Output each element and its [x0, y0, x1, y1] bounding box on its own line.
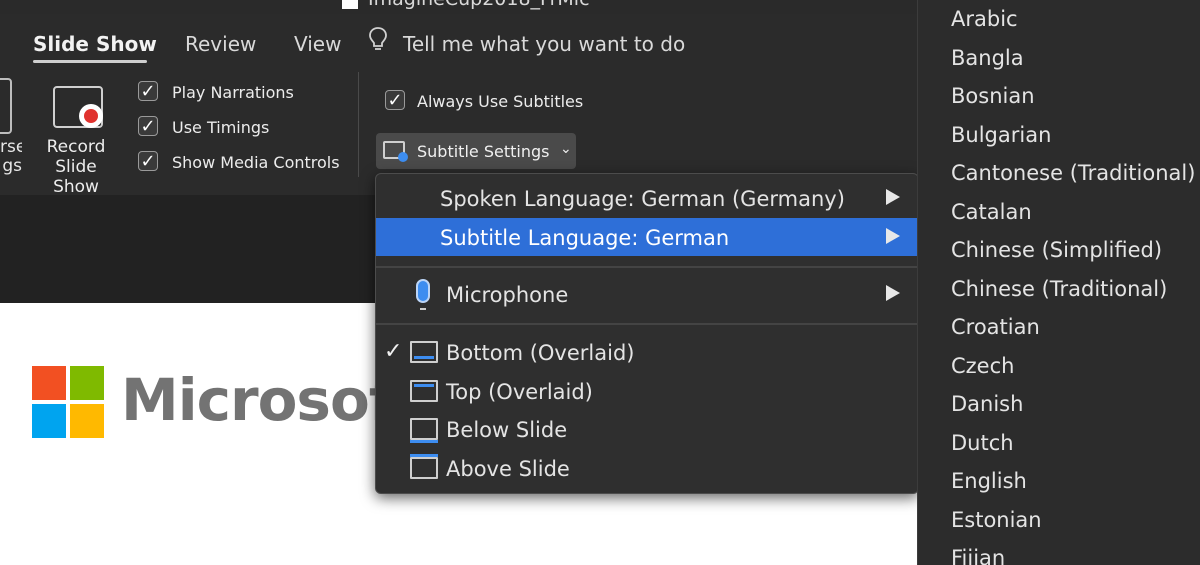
language-item[interactable]: Bosnian — [951, 84, 1035, 108]
microphone-icon — [416, 279, 430, 303]
language-item[interactable]: Chinese (Simplified) — [951, 238, 1162, 262]
submenu-arrow-icon — [886, 285, 900, 301]
position-below-icon — [410, 418, 438, 443]
show-media-controls-label: Show Media Controls — [172, 153, 340, 172]
language-item[interactable]: English — [951, 469, 1027, 493]
chevron-down-icon: ⌄ — [560, 141, 572, 157]
menu-item-subtitle-language[interactable]: Subtitle Language: German — [376, 218, 918, 256]
tell-me-search[interactable]: Tell me what you want to do — [403, 32, 685, 56]
language-item[interactable]: Chinese (Traditional) — [951, 277, 1167, 301]
rehearse-timings-button[interactable]: rse gs — [0, 138, 22, 176]
above-slide-label: Above Slide — [446, 457, 570, 481]
always-use-subtitles-label: Always Use Subtitles — [417, 92, 584, 111]
logo-square-yellow — [70, 404, 104, 438]
subtitle-settings-menu: Spoken Language: German (Germany) Subtit… — [375, 173, 919, 494]
rehearse-label-line1: rse — [0, 138, 22, 157]
bottom-overlaid-label: Bottom (Overlaid) — [446, 341, 635, 365]
powerpoint-doc-icon — [342, 0, 358, 9]
ribbon-group-divider — [358, 72, 359, 177]
tab-review[interactable]: Review — [185, 32, 256, 56]
checkbox-checked-icon[interactable]: ✓ — [385, 90, 405, 111]
microsoft-logo-icon — [32, 366, 104, 438]
lightbulb-icon[interactable] — [369, 27, 387, 53]
rehearse-label-line2: gs — [2, 156, 22, 176]
language-item[interactable]: Estonian — [951, 508, 1042, 532]
language-item[interactable]: Bangla — [951, 46, 1024, 70]
language-item[interactable]: Dutch — [951, 431, 1014, 455]
top-overlaid-label: Top (Overlaid) — [446, 380, 593, 404]
menu-item-spoken-language[interactable]: Spoken Language: German (Germany) — [376, 179, 918, 217]
language-item[interactable]: Fijian — [951, 546, 1005, 565]
language-item[interactable]: Cantonese (Traditional) — [951, 161, 1195, 185]
logo-square-blue — [32, 404, 66, 438]
subtitle-settings-label: Subtitle Settings — [417, 142, 550, 161]
tab-slide-show[interactable]: Slide Show — [33, 32, 157, 56]
below-slide-label: Below Slide — [446, 418, 568, 442]
record-label-line2: Slide Show — [53, 157, 99, 197]
position-top-icon — [410, 380, 438, 402]
menu-item-microphone[interactable]: Microphone — [376, 275, 918, 313]
language-item[interactable]: Danish — [951, 392, 1023, 416]
record-dot-icon — [79, 104, 103, 128]
menu-item-bottom-overlaid[interactable]: ✓ Bottom (Overlaid) — [376, 333, 918, 371]
checkbox-checked-icon[interactable]: ✓ — [138, 151, 158, 172]
active-tab-indicator — [33, 60, 147, 63]
position-above-icon — [410, 454, 438, 479]
record-label-line1: Record — [46, 137, 106, 157]
microphone-stand-icon — [420, 304, 426, 310]
language-item[interactable]: Arabic — [951, 7, 1018, 31]
language-item[interactable]: Czech — [951, 354, 1014, 378]
menu-item-above-slide[interactable]: Above Slide — [376, 449, 918, 487]
menu-separator — [376, 266, 918, 268]
menu-separator — [376, 323, 918, 325]
language-item[interactable]: Catalan — [951, 200, 1032, 224]
submenu-arrow-icon — [886, 189, 900, 205]
play-narrations-label: Play Narrations — [172, 83, 294, 102]
tab-view[interactable]: View — [294, 32, 341, 56]
position-bottom-icon — [410, 341, 438, 363]
checkbox-checked-icon[interactable]: ✓ — [138, 81, 158, 102]
submenu-arrow-icon — [886, 228, 900, 244]
menu-item-below-slide[interactable]: Below Slide — [376, 410, 918, 448]
language-item[interactable]: Bulgarian — [951, 123, 1051, 147]
spoken-language-label: Spoken Language: German (Germany) — [440, 187, 845, 211]
language-submenu: Arabic Bangla Bosnian Bulgarian Cantones… — [917, 0, 1200, 565]
subtitle-settings-icon — [383, 141, 408, 162]
menu-item-top-overlaid[interactable]: Top (Overlaid) — [376, 372, 918, 410]
window-title: ImagineCup2018_FrMic — [342, 0, 590, 10]
use-timings-label: Use Timings — [172, 118, 270, 137]
logo-square-red — [32, 366, 66, 400]
checkmark-icon: ✓ — [384, 339, 403, 364]
subtitle-settings-button[interactable]: Subtitle Settings ⌄ — [376, 133, 576, 169]
subtitle-language-label: Subtitle Language: German — [440, 226, 730, 250]
logo-square-green — [70, 366, 104, 400]
window-title-text: ImagineCup2018_FrMic — [368, 0, 590, 10]
microphone-label: Microphone — [446, 283, 569, 307]
language-item[interactable]: Croatian — [951, 315, 1040, 339]
rehearse-timings-icon[interactable] — [0, 78, 12, 134]
record-slide-show-button[interactable]: Record Slide Show — [30, 137, 122, 197]
checkbox-checked-icon[interactable]: ✓ — [138, 116, 158, 137]
